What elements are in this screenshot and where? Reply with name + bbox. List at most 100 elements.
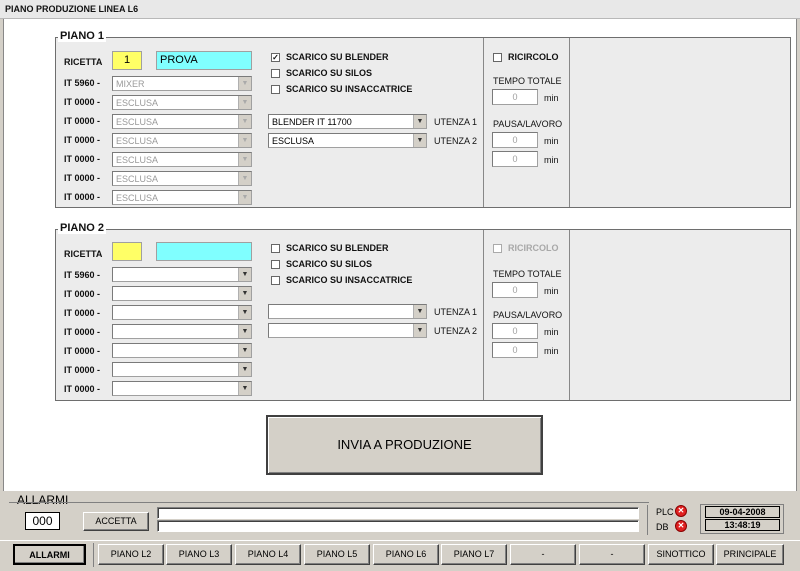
piano2-row-label: IT 0000 - xyxy=(64,365,101,375)
chevron-down-icon: ▼ xyxy=(238,77,251,90)
piano1-tempo-totale-input[interactable]: 0 xyxy=(492,89,538,105)
chevron-down-icon: ▼ xyxy=(238,134,251,147)
piano1-row-label: IT 0000 - xyxy=(64,192,101,202)
piano2-row-select[interactable]: ▼ xyxy=(112,267,252,282)
piano1-row-select[interactable]: MIXER ▼ xyxy=(112,76,252,91)
piano1-row-label: IT 0000 - xyxy=(64,173,101,183)
piano2-row-label: IT 0000 - xyxy=(64,384,101,394)
piano2-utenza2-select[interactable]: ▼ xyxy=(268,323,427,338)
piano2-scarico-insaccatrice-checkbox[interactable]: SCARICO SU INSACCATRICE xyxy=(271,275,412,285)
nav-allarmi-button[interactable]: ALLARMI xyxy=(13,544,86,565)
accetta-button[interactable]: ACCETTA xyxy=(83,512,149,531)
piano2-row-label: IT 0000 - xyxy=(64,289,101,299)
piano1-row-select[interactable]: ESCLUSA ▼ xyxy=(112,190,252,205)
piano2-utenza1-select[interactable]: ▼ xyxy=(268,304,427,319)
date-display: 09-04-2008 xyxy=(705,506,780,518)
piano2-scarico-blender-checkbox[interactable]: SCARICO SU BLENDER xyxy=(271,243,389,253)
piano2-pausa-lavoro-label: PAUSA/LAVORO xyxy=(493,310,563,320)
piano1-row-select[interactable]: ESCLUSA ▼ xyxy=(112,95,252,110)
piano2-title: PIANO 2 xyxy=(58,222,107,234)
nav-piano-l7-button[interactable]: PIANO L7 xyxy=(441,544,507,565)
piano2-ricircolo-checkbox[interactable]: RICIRCOLO xyxy=(493,243,559,253)
piano1-utenza2-label: UTENZA 2 xyxy=(434,136,478,146)
piano1-row-label: IT 0000 - xyxy=(64,97,101,107)
piano1-utenza2-select[interactable]: ESCLUSA ▼ xyxy=(268,133,427,148)
piano2-row-label: IT 0000 - xyxy=(64,327,101,337)
chevron-down-icon: ▼ xyxy=(413,115,426,128)
allarmi-section: ALLARMI 000 ACCETTA PLC ✕ DB ✕ 09-04-200… xyxy=(5,492,795,539)
piano1-pausa-lavoro-label: PAUSA/LAVORO xyxy=(493,119,563,129)
piano1-scarico-insaccatrice-checkbox[interactable]: SCARICO SU INSACCATRICE xyxy=(271,84,412,94)
piano1-utenza1-label: UTENZA 1 xyxy=(434,117,478,127)
piano2-group: PIANO 2 RICETTA IT 5960 - ▼ IT 0000 - ▼ … xyxy=(55,222,791,401)
chevron-down-icon: ▼ xyxy=(238,96,251,109)
piano1-group: PIANO 1 RICETTA 1 PROVA IT 5960 - MIXER ▼… xyxy=(55,30,791,208)
chevron-down-icon: ▼ xyxy=(238,191,251,204)
plc-status-error-icon: ✕ xyxy=(675,505,687,517)
piano2-row-select[interactable]: ▼ xyxy=(112,381,252,396)
chevron-down-icon: ▼ xyxy=(238,306,251,319)
piano2-row-select[interactable]: ▼ xyxy=(112,286,252,301)
piano1-scarico-blender-checkbox[interactable]: ✓ SCARICO SU BLENDER xyxy=(271,52,389,62)
piano2-row-select[interactable]: ▼ xyxy=(112,343,252,358)
nav-empty-button-1[interactable]: - xyxy=(510,544,576,565)
piano2-row-label: IT 0000 - xyxy=(64,308,101,318)
piano2-row-select[interactable]: ▼ xyxy=(112,305,252,320)
piano2-utenza2-label: UTENZA 2 xyxy=(434,326,478,336)
nav-principale-button[interactable]: PRINCIPALE xyxy=(716,544,784,565)
piano2-row-select[interactable]: ▼ xyxy=(112,362,252,377)
piano1-lavoro-min: min xyxy=(544,155,559,165)
piano2-ricetta-label: RICETTA xyxy=(64,249,103,259)
divider xyxy=(569,38,570,207)
chevron-down-icon: ▼ xyxy=(238,325,251,338)
chevron-down-icon: ▼ xyxy=(238,382,251,395)
piano1-row-label: IT 0000 - xyxy=(64,116,101,126)
piano1-utenza1-select[interactable]: BLENDER IT 11700 ▼ xyxy=(268,114,427,129)
piano2-pausa-input[interactable]: 0 xyxy=(492,323,538,339)
nav-sinottico-button[interactable]: SINOTTICO xyxy=(648,544,714,565)
allarmi-frame xyxy=(9,502,649,503)
piano2-tempo-totale-input[interactable]: 0 xyxy=(492,282,538,298)
piano1-ricircolo-checkbox[interactable]: RICIRCOLO xyxy=(493,52,559,62)
piano1-pausa-input[interactable]: 0 xyxy=(492,132,538,148)
divider xyxy=(483,38,484,207)
main-panel: PIANO 1 RICETTA 1 PROVA IT 5960 - MIXER ▼… xyxy=(3,19,797,491)
nav-empty-button-2[interactable]: - xyxy=(579,544,645,565)
chevron-down-icon: ▼ xyxy=(413,134,426,147)
piano2-lavoro-input[interactable]: 0 xyxy=(492,342,538,358)
chevron-down-icon: ▼ xyxy=(413,305,426,318)
piano1-ricetta-number[interactable]: 1 xyxy=(112,51,142,70)
piano2-row-select[interactable]: ▼ xyxy=(112,324,252,339)
alarm-message-line2 xyxy=(157,520,639,532)
piano1-row-select[interactable]: ESCLUSA ▼ xyxy=(112,114,252,129)
invia-a-produzione-button[interactable]: INVIA A PRODUZIONE xyxy=(266,415,543,475)
plc-label: PLC xyxy=(656,507,674,517)
piano1-ricetta-label: RICETTA xyxy=(64,57,103,67)
piano2-tempo-totale-label: TEMPO TOTALE xyxy=(493,269,562,279)
piano2-row-label: IT 5960 - xyxy=(64,270,101,280)
piano2-lavoro-min: min xyxy=(544,346,559,356)
chevron-down-icon: ▼ xyxy=(238,344,251,357)
piano2-scarico-silos-checkbox[interactable]: SCARICO SU SILOS xyxy=(271,259,372,269)
piano1-ricetta-name[interactable]: PROVA xyxy=(156,51,252,70)
chevron-down-icon: ▼ xyxy=(238,268,251,281)
nav-piano-l4-button[interactable]: PIANO L4 xyxy=(235,544,301,565)
piano1-row-select[interactable]: ESCLUSA ▼ xyxy=(112,171,252,186)
chevron-down-icon: ▼ xyxy=(238,287,251,300)
piano2-ricetta-number[interactable] xyxy=(112,242,142,261)
piano1-lavoro-input[interactable]: 0 xyxy=(492,151,538,167)
nav-piano-l3-button[interactable]: PIANO L3 xyxy=(166,544,232,565)
nav-piano-l2-button[interactable]: PIANO L2 xyxy=(98,544,164,565)
chevron-down-icon: ▼ xyxy=(238,363,251,376)
nav-piano-l6-button[interactable]: PIANO L6 xyxy=(373,544,439,565)
vertical-divider xyxy=(647,505,648,535)
piano1-scarico-silos-checkbox[interactable]: SCARICO SU SILOS xyxy=(271,68,372,78)
piano2-ricetta-name[interactable] xyxy=(156,242,252,261)
time-display: 13:48:19 xyxy=(705,519,780,531)
piano1-row-select[interactable]: ESCLUSA ▼ xyxy=(112,133,252,148)
piano1-row-label: IT 0000 - xyxy=(64,135,101,145)
chevron-down-icon: ▼ xyxy=(238,115,251,128)
chevron-down-icon: ▼ xyxy=(238,153,251,166)
piano1-row-select[interactable]: ESCLUSA ▼ xyxy=(112,152,252,167)
nav-piano-l5-button[interactable]: PIANO L5 xyxy=(304,544,370,565)
